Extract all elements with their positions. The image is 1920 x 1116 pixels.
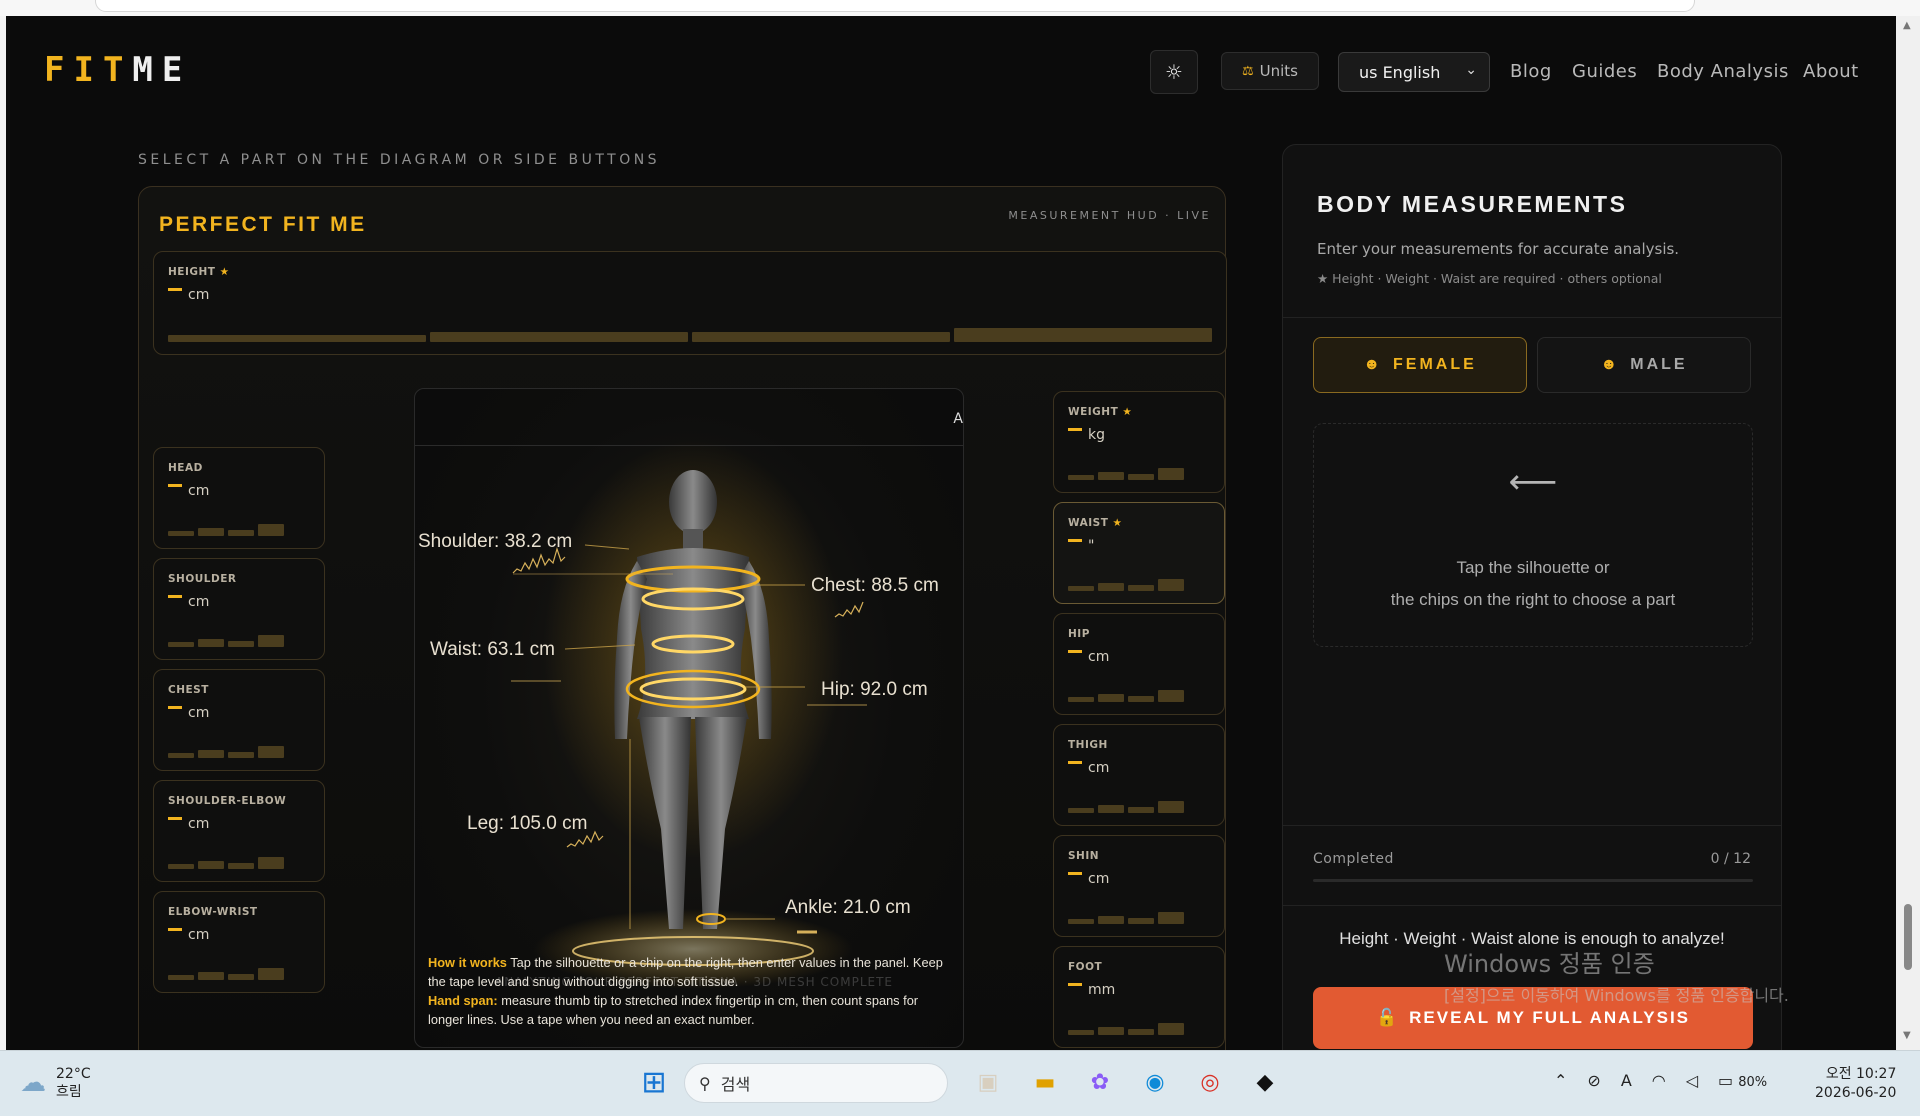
battery-icon[interactable]: ▭ 80% (1718, 1071, 1767, 1090)
select-hint: SELECT A PART ON THE DIAGRAM OR SIDE BUT… (138, 152, 661, 168)
scroll-up-icon[interactable]: ▲ (1903, 20, 1911, 31)
browser-chrome (0, 0, 1920, 16)
required-star-icon: ★ (1112, 517, 1123, 529)
fitme-logo[interactable]: FITME (44, 50, 191, 90)
hud-status: MEASUREMENT HUD · LIVE (1008, 209, 1211, 222)
chevron-up-icon[interactable]: ⌃ (1554, 1071, 1567, 1090)
theme-toggle-button[interactable]: ☼ (1150, 50, 1198, 94)
foot-chip[interactable]: FOOT mm (1053, 946, 1225, 1048)
units-button[interactable]: ⚖ Units (1221, 52, 1319, 90)
edge-icon[interactable]: ◉ (1137, 1064, 1173, 1100)
volume-icon[interactable]: ◁ (1686, 1071, 1698, 1090)
required-note: ★ Height · Weight · Waist are required ·… (1317, 271, 1662, 286)
search-icon: ⚲ (699, 1073, 711, 1093)
how-it-works-note: How it works Tap the silhouette or a chi… (428, 955, 943, 1027)
ankle-measurement-label[interactable]: Ankle: 21.0 cm (785, 897, 911, 919)
completed-progress-bar (1313, 879, 1753, 882)
scale-bars (168, 853, 310, 869)
nav-body-analysis[interactable]: Body Analysis (1657, 61, 1789, 82)
scroll-down-icon[interactable]: ▼ (1903, 1030, 1911, 1041)
arrow-left-icon: ⟵ (1508, 462, 1558, 502)
page-scrollbar[interactable]: ▲ ▼ (1896, 16, 1920, 1050)
system-tray: ⌃ ⊘ A ◠ ◁ ▭ 80% (1554, 1071, 1767, 1090)
windows-activation-title: Windows 정품 인증 (1444, 950, 1655, 978)
app-frame: FITME ☼ ⚖ Units us English ⌄ Blog Guides B… (6, 16, 1896, 1050)
taskbar-clock[interactable]: 오전 10:27 2026-06-20 (1815, 1065, 1896, 1103)
scale-bars (168, 964, 310, 980)
nav-blog[interactable]: Blog (1510, 61, 1552, 82)
language-select[interactable]: us English ⌄ (1338, 52, 1490, 92)
shoulder-elbow-chip[interactable]: SHOULDER-ELBOW cm (153, 780, 325, 882)
analyzing-overlay-text: ANALYZING YOUR PERFECT FIT DNA · 3D MESH… (495, 975, 894, 989)
file-explorer-icon[interactable]: ▬ (1027, 1064, 1063, 1100)
female-button[interactable]: ☻ FEMALE (1313, 337, 1527, 393)
height-scale-bars (168, 326, 1212, 342)
wifi-icon[interactable]: ◠ (1652, 1071, 1666, 1090)
start-icon[interactable]: ⊞ (636, 1064, 672, 1100)
scale-bars (1068, 575, 1210, 591)
scale-bars (1068, 908, 1210, 924)
panel-title: BODY MEASUREMENTS (1317, 191, 1628, 217)
scale-bars (1068, 1019, 1210, 1035)
head-chip[interactable]: HEAD cm (153, 447, 325, 549)
chest-measurement-label[interactable]: Chest: 88.5 cm (811, 575, 939, 597)
nav-guides[interactable]: Guides (1572, 61, 1637, 82)
taskbar-search[interactable]: ⚲ 검색 (684, 1063, 948, 1103)
scale-bars (1068, 797, 1210, 813)
weather-widget[interactable]: ☁ 22°C 흐림 (20, 1065, 91, 1101)
scale-bars (168, 742, 310, 758)
address-bar[interactable] (95, 0, 1695, 12)
male-button[interactable]: ☻ MALE (1537, 337, 1751, 393)
scale-icon: ⚖ (1241, 63, 1254, 79)
windows-activation-sub: [설정]으로 이동하여 Windows를 정품 인증합니다. (1444, 986, 1789, 1005)
required-star-icon: ★ (219, 266, 230, 278)
shoulder-measurement-label[interactable]: Shoulder: 38.2 cm (418, 531, 572, 553)
copilot-icon[interactable]: ✿ (1082, 1064, 1118, 1100)
input-method-icon[interactable]: A (1621, 1071, 1632, 1090)
scroll-thumb[interactable] (1904, 904, 1912, 970)
unlock-icon: 🔓 (1375, 1008, 1400, 1027)
scale-bars (1068, 464, 1210, 480)
chrome-icon[interactable]: ◎ (1192, 1064, 1228, 1100)
panel-subtitle: Enter your measurements for accurate ana… (1317, 240, 1680, 258)
waist-measurement-label[interactable]: Waist: 63.1 cm (430, 639, 555, 661)
shin-chip[interactable]: SHIN cm (1053, 835, 1225, 937)
waist-chip[interactable]: WAIST ★ " (1053, 502, 1225, 604)
app-icon[interactable]: ◆ (1247, 1064, 1283, 1100)
network-off-icon[interactable]: ⊘ (1587, 1071, 1600, 1090)
chest-chip[interactable]: CHEST cm (153, 669, 325, 771)
male-face-icon: ☻ (1600, 356, 1621, 373)
hud-title: PERFECT FIT ME (159, 213, 367, 236)
weight-chip[interactable]: WEIGHT ★ kg (1053, 391, 1225, 493)
height-chip[interactable]: HEIGHT ★ cm (153, 251, 1227, 355)
cloud-icon: ☁ (20, 1068, 46, 1098)
nav-about[interactable]: About (1803, 61, 1859, 82)
hip-measurement-label[interactable]: Hip: 92.0 cm (821, 679, 928, 701)
scale-bars (1068, 686, 1210, 702)
leg-measurement-label[interactable]: Leg: 105.0 cm (467, 813, 587, 835)
shoulder-chip[interactable]: SHOULDER cm (153, 558, 325, 660)
body-silhouette[interactable] (415, 389, 964, 1048)
sun-icon: ☼ (1165, 60, 1183, 84)
female-face-icon: ☻ (1363, 356, 1384, 373)
chevron-down-icon: ⌄ (1465, 62, 1477, 78)
elbow-wrist-chip[interactable]: ELBOW-WRIST cm (153, 891, 325, 993)
completed-label: Completed (1313, 851, 1394, 867)
hip-chip[interactable]: HIP cm (1053, 613, 1225, 715)
body-silhouette-panel[interactable]: A Shoulder: 38.2 cm Chest: 88.5 cm Waist… (414, 388, 964, 1048)
completed-count: 0 / 12 (1710, 851, 1751, 867)
body-measurements-panel: BODY MEASUREMENTS Enter your measurement… (1282, 144, 1782, 1050)
task-view-icon[interactable]: ▣ (970, 1064, 1006, 1100)
thigh-chip[interactable]: THIGH cm (1053, 724, 1225, 826)
scale-bars (168, 631, 310, 647)
scale-bars (168, 520, 310, 536)
windows-taskbar: ☁ 22°C 흐림 ⊞ ⚲ 검색 ▣ ▬ ✿ ◉ ◎ ◆ ⌃ ⊘ A ◠ ◁ ▭ 8… (0, 1050, 1920, 1116)
part-picker-placeholder: ⟵ Tap the silhouette or the chips on the… (1313, 423, 1753, 647)
required-star-icon: ★ (1122, 406, 1133, 418)
